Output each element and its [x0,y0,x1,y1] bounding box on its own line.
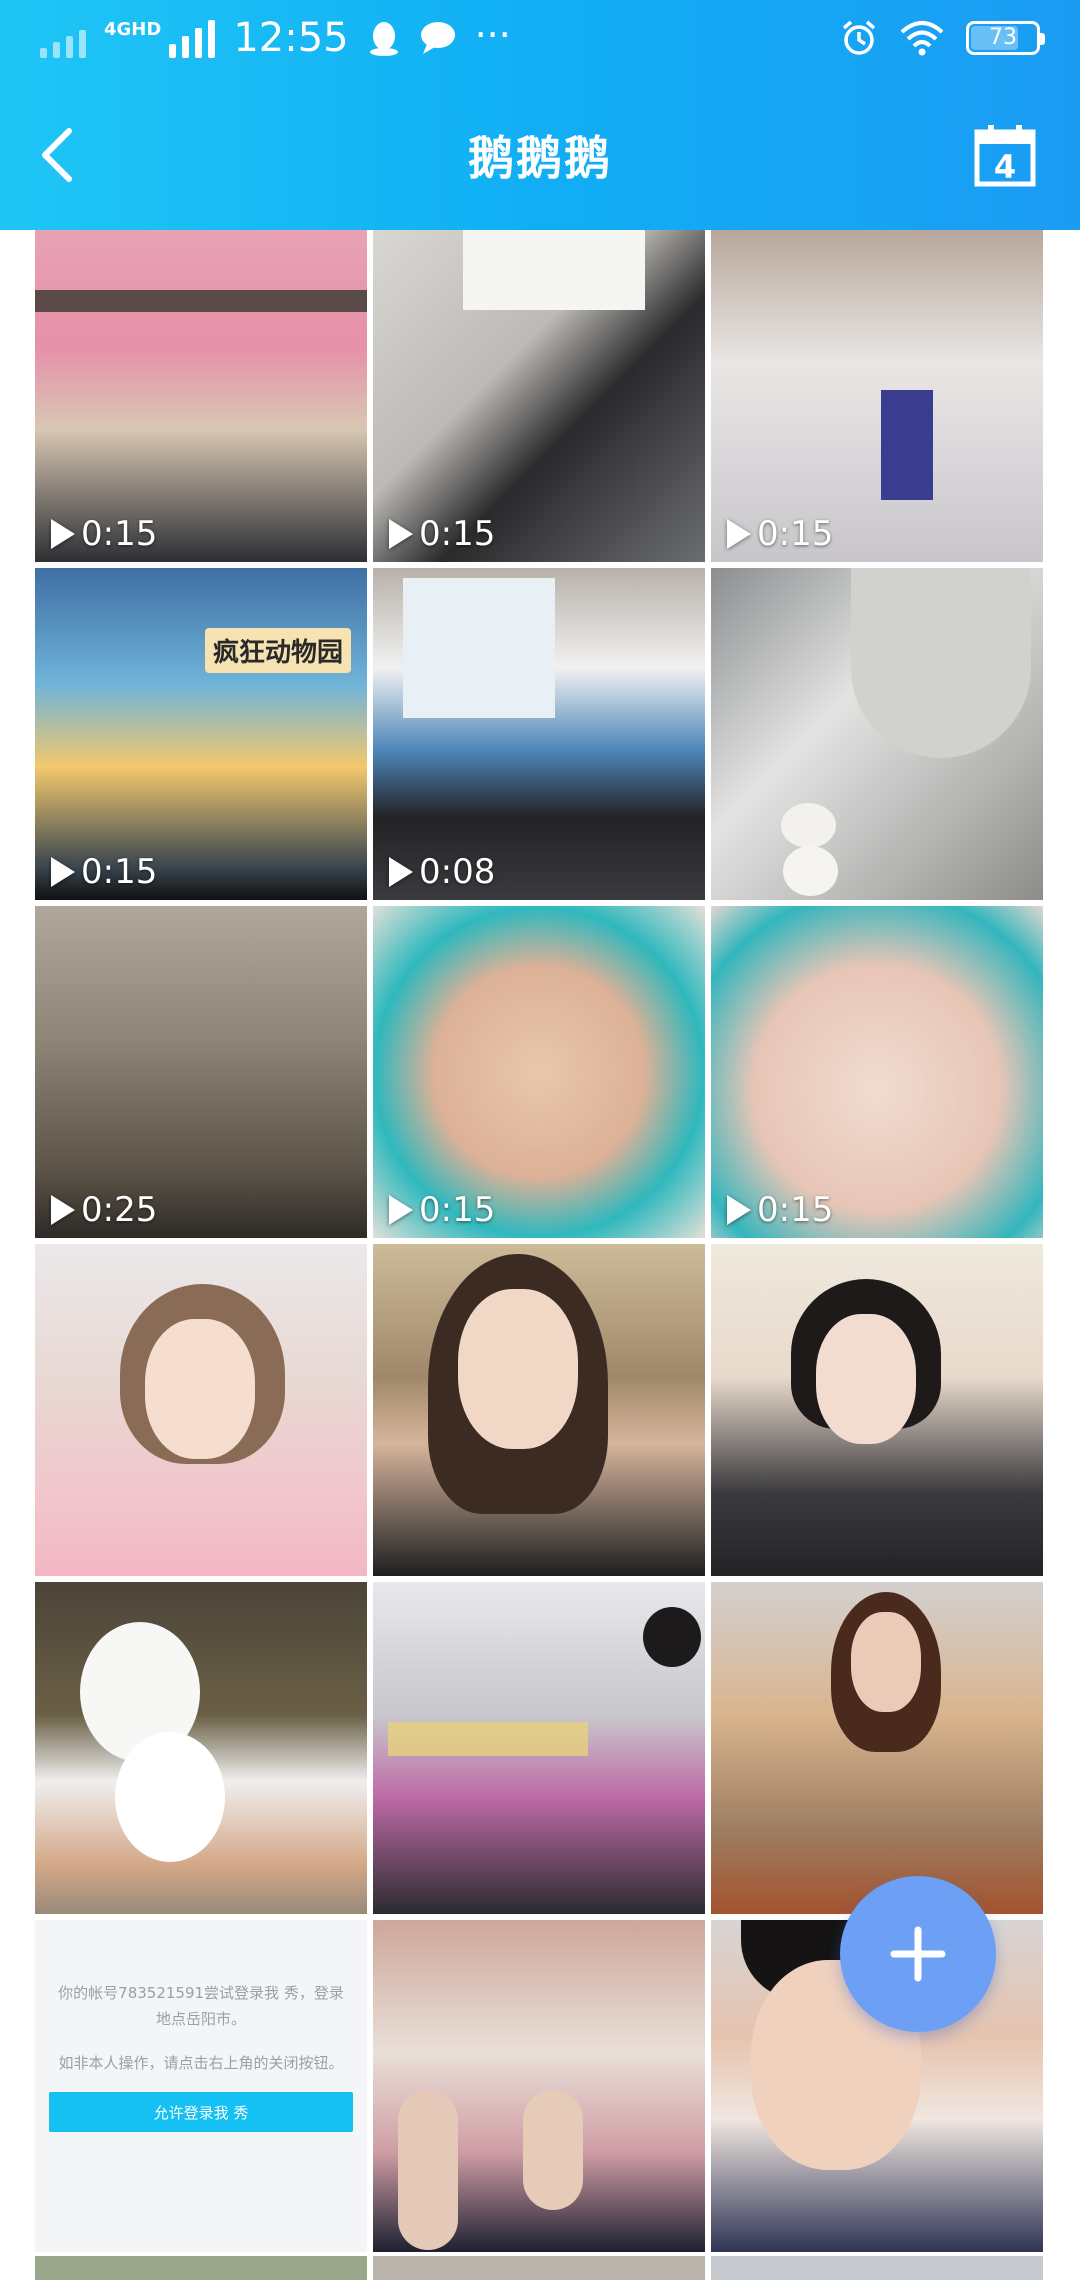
media-tile[interactable] [711,568,1043,900]
play-icon [727,519,751,549]
media-tile[interactable]: 疯狂动物园 0:15 [35,568,367,900]
wifi-icon [900,20,944,55]
nav-bar: 鹅鹅鹅 4 [0,100,1080,210]
video-duration: 0:15 [727,514,833,554]
back-button[interactable] [22,120,92,190]
media-tile[interactable]: 0:25 [35,906,367,1238]
media-tile[interactable]: 0:08 [373,568,705,900]
play-icon [389,857,413,887]
alarm-icon [842,20,876,55]
play-icon [727,1195,751,1225]
cartoon-sign: 疯狂动物园 [205,628,352,673]
play-icon [51,1195,75,1225]
media-tile[interactable]: 0:15 [711,230,1043,562]
media-tile[interactable] [373,1582,705,1914]
network-type-label: 4GHD [104,18,162,40]
back-chevron-icon [42,128,72,182]
signal-icon-2 [169,18,216,58]
next-row-peek [35,2256,1045,2280]
add-button[interactable] [840,1876,996,2032]
play-icon [51,519,75,549]
calendar-button[interactable]: 4 [972,122,1038,188]
media-tile[interactable]: 0:15 [711,906,1043,1238]
more-dots-icon: ··· [474,12,511,57]
media-tile[interactable] [711,1582,1043,1914]
battery-level: 73 [989,25,1017,50]
media-tile[interactable]: 0:15 [35,230,367,562]
plus-icon [890,1926,946,1982]
media-tile[interactable]: 你的帐号783521591尝试登录我 秀，登录地点岳阳市。 如非本人操作，请点击… [35,1920,367,2252]
video-duration: 0:15 [51,852,157,892]
media-tile[interactable] [35,2256,367,2280]
status-right: 73 [840,19,1045,57]
video-duration: 0:15 [389,514,495,554]
status-left: 4GHD 12:55 ··· [40,12,511,61]
video-duration: 0:15 [51,514,157,554]
battery-icon: 73 [966,20,1045,55]
video-duration: 0:15 [727,1190,833,1230]
play-icon [389,519,413,549]
screenshot-allow-button: 允许登录我 秀 [49,2092,353,2132]
media-tile[interactable] [373,1920,705,2252]
media-tile[interactable] [373,1244,705,1576]
message-icon [420,21,455,54]
status-bar: 4GHD 12:55 ··· 73 [0,0,1080,75]
media-tile[interactable] [711,1244,1043,1576]
play-icon [51,857,75,887]
video-duration: 0:25 [51,1190,157,1230]
page-title: 鹅鹅鹅 [468,131,612,185]
signal-icon [40,18,86,58]
media-tile[interactable] [373,2256,705,2280]
calendar-day: 4 [993,148,1017,186]
app-header: 4GHD 12:55 ··· 73 鹅鹅鹅 4 [0,0,1080,230]
status-time: 12:55 [233,14,349,61]
media-tile[interactable]: 0:15 [373,230,705,562]
screenshot-note-line2: 如非本人操作，请点击右上角的关闭按钮。 [58,2054,344,2072]
video-duration: 0:08 [389,852,495,892]
video-duration: 0:15 [389,1190,495,1230]
play-icon [389,1195,413,1225]
qq-icon [369,21,398,56]
media-tile[interactable] [711,2256,1043,2280]
media-tile[interactable] [35,1244,367,1576]
media-tile[interactable] [35,1582,367,1914]
media-tile[interactable]: 0:15 [373,906,705,1238]
screenshot-note-line1: 你的帐号783521591尝试登录我 秀，登录地点岳阳市。 [58,1984,344,2028]
